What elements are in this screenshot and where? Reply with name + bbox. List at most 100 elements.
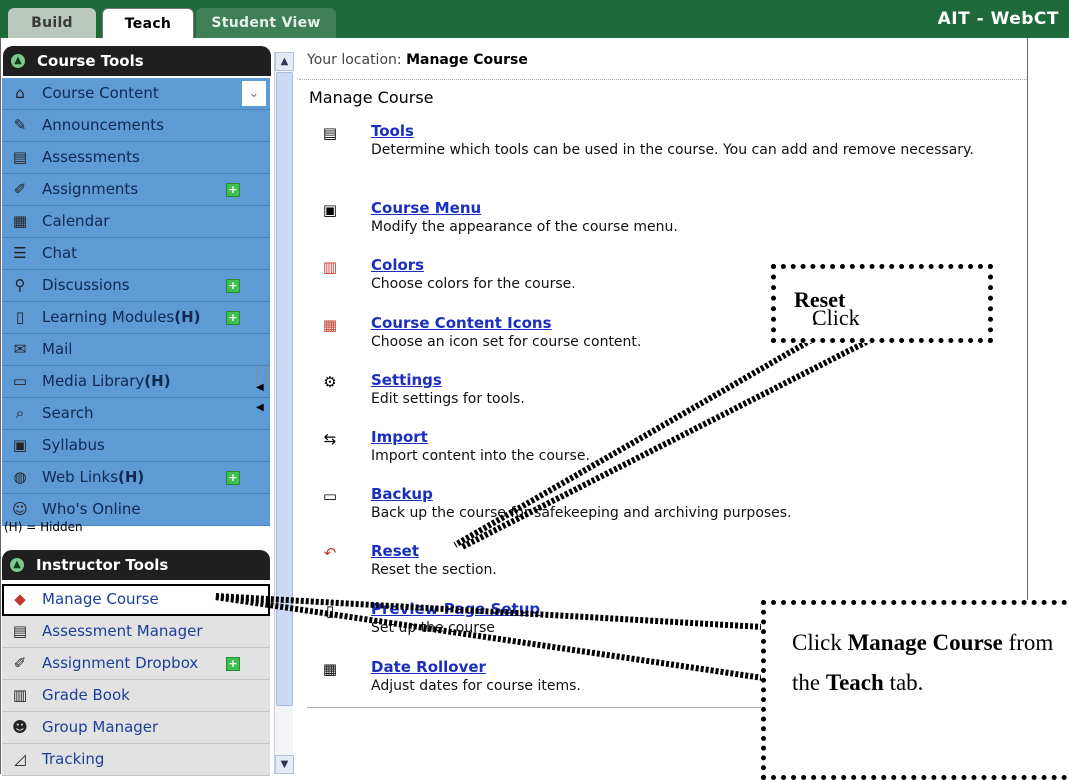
double-chevron-down-icon[interactable]: ⌄	[242, 81, 266, 106]
page-title: Manage Course	[309, 88, 434, 107]
instructor-tools-header[interactable]: ▲ Instructor Tools	[2, 550, 270, 580]
new-item-icon: +	[226, 183, 240, 197]
collapse-left-arrow-icon[interactable]: ◀	[256, 382, 264, 393]
magnifier-icon: ⌕	[15, 404, 25, 422]
preview-icon: ▯	[325, 602, 335, 620]
course-menu-link[interactable]: Course Menu	[371, 199, 481, 217]
sidebar-item-chat[interactable]: ☰ Chat	[2, 238, 270, 270]
sidebar-item-label: Tracking	[42, 750, 105, 768]
breadcrumb-divider	[299, 79, 1027, 80]
gradebook-icon: ▥	[12, 686, 28, 704]
sidebar-item-course-content[interactable]: ⌂ Course Content ⌄	[2, 78, 270, 110]
sidebar-item-label: Assessment Manager	[42, 622, 203, 640]
sidebar-item-manage-course[interactable]: ◆ Manage Course	[2, 584, 270, 616]
new-item-icon: +	[226, 657, 240, 671]
colors-icon: ▥	[322, 258, 338, 276]
group-icon: ☻	[12, 718, 28, 736]
entry-description: Determine which tools can be used in the…	[371, 142, 974, 158]
envelope-icon: ✉	[13, 340, 27, 358]
icons-icon: ▦	[322, 316, 338, 334]
left-panel-scrollbar[interactable]: ▲ ▼	[274, 52, 294, 774]
sidebar-item-label: Web Links(H)	[42, 468, 145, 486]
document-icon: ▯	[15, 308, 25, 326]
breadcrumb-prefix: Your location:	[307, 52, 402, 68]
sidebar-item-assessments[interactable]: ▤ Assessments	[2, 142, 270, 174]
pencil-icon: ✐	[13, 180, 27, 198]
sidebar-item-label: Grade Book	[42, 686, 130, 704]
date-rollover-link[interactable]: Date Rollover	[371, 658, 486, 676]
sidebar-item-assignments[interactable]: ✐ Assignments +	[2, 174, 270, 206]
sidebar-item-label: Calendar	[42, 212, 110, 230]
course-content-icons-link[interactable]: Course Content Icons	[371, 314, 552, 332]
scroll-down-arrow-icon[interactable]: ▼	[275, 755, 294, 774]
clipboard-icon: ▤	[12, 148, 28, 166]
callout-click-manage-course: Click Manage Course from the Teach tab.	[761, 600, 1069, 780]
tools-link[interactable]: Tools	[371, 122, 414, 140]
entry-description: Back up the course for safekeeping and a…	[371, 505, 792, 521]
settings-link[interactable]: Settings	[371, 371, 442, 389]
sidebar-item-announcements[interactable]: ✎ Announcements	[2, 110, 270, 142]
course-tools-header[interactable]: ▲ Course Tools	[3, 46, 271, 76]
sidebar-item-search[interactable]: ⌕ Search	[2, 398, 270, 430]
tab-teach[interactable]: Teach	[102, 8, 194, 39]
breadcrumb-current: Manage Course	[406, 52, 528, 68]
hidden-legend: (H) = Hidden	[4, 520, 83, 534]
sidebar-item-label: Syllabus	[42, 436, 105, 454]
callout-text: Click Manage Course from the Teach tab.	[792, 630, 1054, 695]
hidden-marker: (H)	[174, 308, 201, 326]
sidebar-item-grade-book[interactable]: ▥ Grade Book	[2, 680, 270, 712]
breadcrumb: Your location: Manage Course	[307, 52, 528, 68]
collapse-section-icon[interactable]: ▲	[11, 54, 25, 68]
import-icon: ⇆	[323, 430, 337, 448]
syllabus-icon: ▣	[12, 436, 28, 454]
house-icon: ⌂	[15, 84, 25, 102]
course-tools-list: ⌂ Course Content ⌄ ✎ Announcements ▤ Ass…	[2, 78, 270, 526]
sidebar-item-label: Announcements	[42, 116, 164, 134]
settings-icon: ⚙	[323, 373, 337, 391]
hidden-marker: (H)	[144, 372, 171, 390]
sidebar-item-label: Manage Course	[42, 590, 159, 608]
sidebar-item-tracking[interactable]: ◿ Tracking	[2, 744, 270, 776]
sidebar-item-syllabus[interactable]: ▣ Syllabus	[2, 430, 270, 462]
callout-click-reset: Click Reset.	[771, 264, 993, 343]
sidebar-item-label: Search	[42, 404, 94, 422]
sidebar-item-label: Assignments	[42, 180, 139, 198]
instructor-tools-title: Instructor Tools	[36, 556, 169, 574]
calendar-icon: ▦	[322, 660, 338, 678]
sidebar-item-label: Course Content	[42, 84, 159, 102]
sidebar-item-learning-modules[interactable]: ▯ Learning Modules(H) +	[2, 302, 270, 334]
sidebar-item-assessment-manager[interactable]: ▤ Assessment Manager	[2, 616, 270, 648]
collapse-section-icon[interactable]: ▲	[10, 558, 24, 572]
backup-link[interactable]: Backup	[371, 485, 433, 503]
scroll-up-arrow-icon[interactable]: ▲	[275, 52, 294, 71]
sidebar-item-calendar[interactable]: ▦ Calendar	[2, 206, 270, 238]
scrollbar-thumb[interactable]	[276, 72, 293, 706]
new-item-icon: +	[226, 311, 240, 325]
import-link[interactable]: Import	[371, 428, 428, 446]
reset-link[interactable]: Reset	[371, 542, 419, 560]
clipboard-icon: ▤	[12, 622, 28, 640]
tab-build[interactable]: Build	[8, 8, 96, 38]
colors-link[interactable]: Colors	[371, 256, 424, 274]
sidebar-item-web-links[interactable]: ◍ Web Links(H) +	[2, 462, 270, 494]
sidebar-item-label: Learning Modules(H)	[42, 308, 201, 326]
collapse-left-arrow-icon[interactable]: ◀	[256, 402, 264, 413]
toolbox-icon: ◆	[14, 590, 26, 608]
sidebar-item-label: Discussions	[42, 276, 130, 294]
tools-icon: ▤	[322, 124, 338, 142]
sidebar-item-label: Chat	[42, 244, 78, 262]
entry-description: Reset the section.	[371, 562, 497, 578]
sidebar-item-group-manager[interactable]: ☻ Group Manager	[2, 712, 270, 744]
chart-icon: ◿	[14, 750, 26, 768]
preview-page-setup-link[interactable]: Preview Page Setup	[371, 600, 540, 618]
sidebar-item-assignment-dropbox[interactable]: ✐ Assignment Dropbox +	[2, 648, 270, 680]
sidebar-item-discussions[interactable]: ⚲ Discussions +	[2, 270, 270, 302]
instructor-tools-list: ◆ Manage Course ▤ Assessment Manager ✐ A…	[2, 584, 270, 776]
top-tab-bar: Build Teach Student View AIT - WebCT	[0, 0, 1069, 39]
globe-icon: ◍	[13, 468, 27, 486]
sidebar-item-media-library[interactable]: ▭ Media Library(H)	[2, 366, 270, 398]
calendar-icon: ▦	[12, 212, 28, 230]
sidebar-item-mail[interactable]: ✉ Mail	[2, 334, 270, 366]
reset-icon: ↶	[323, 544, 337, 562]
tab-student-view[interactable]: Student View	[196, 8, 336, 38]
